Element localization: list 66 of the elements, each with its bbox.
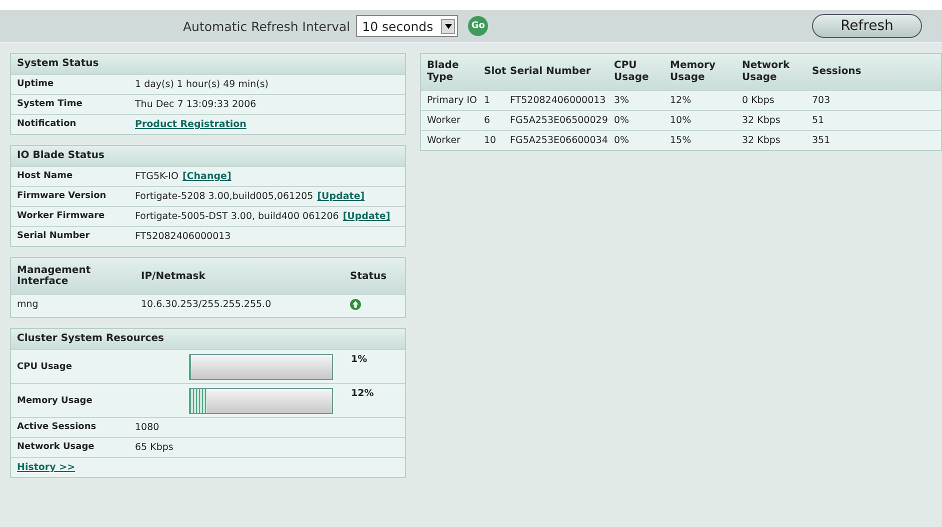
column-header: CPU Usage [614,60,650,84]
table-cell-text: 0 Kbps [742,95,776,106]
row-label: System Time [17,99,84,109]
column-header: Management Interface [17,265,92,287]
table-cell-text: 3% [614,95,630,106]
row-label: CPU Usage [17,362,73,372]
table-cell-text: 703 [812,95,832,106]
link[interactable]: [Change] [182,171,232,182]
interval-dropdown[interactable]: 10 seconds [356,15,458,37]
table-cell-text: Worker [427,135,462,146]
meter-reading: 1% [351,354,368,365]
row-value: FT52082406000013 [135,231,231,242]
panel-title: Cluster System Resources [17,333,164,344]
refresh-button[interactable]: Refresh [812,14,922,38]
column-header: Slot [484,66,508,78]
go-button[interactable]: Go [468,16,488,36]
table-cell-text: 15% [670,135,692,146]
link[interactable]: [Update] [342,211,390,222]
column-header: Serial Number [510,66,592,78]
table-cell-text: 0% [614,135,630,146]
table-cell-text: mng [17,299,40,310]
table-cell-text: 32 Kbps [742,135,782,146]
table-cell-text: FG5A253E06500029 [510,115,609,126]
row-value: 1 day(s) 1 hour(s) 49 min(s) [135,79,269,90]
row-value: Fortigate-5208 3.00,build005,061205 [135,191,314,202]
row-label: Memory Usage [17,396,94,406]
row-value: Thu Dec 7 13:09:33 2006 [135,99,256,110]
table-cell-text: 10% [670,115,692,126]
history-link[interactable]: History >> [17,462,76,473]
row-value: FTG5K-IO [135,171,178,182]
column-header: Blade Type [427,60,460,84]
table-cell-text: 0% [614,115,630,126]
table-cell-text: Primary IO [427,95,478,106]
column-header: IP/Netmask [141,270,206,282]
row-label: Network Usage [17,442,96,452]
column-header: Sessions [812,66,862,78]
link[interactable]: [Update] [317,191,365,202]
column-header: Status [350,270,388,282]
row-label: Worker Firmware [17,211,106,221]
row-value: 1080 [135,422,160,433]
table-cell-text: 32 Kbps [742,115,782,126]
table-cell-text: 10 [484,135,498,146]
table-cell-text: 6 [484,115,492,126]
panel-title: System Status [17,58,99,69]
row-label: Notification [17,119,78,129]
table-cell-text: FT52082406000013 [510,95,607,106]
row-label: Firmware Version [17,191,108,201]
link[interactable]: Product Registration [135,119,246,130]
table-cell-text: 1 [484,95,492,106]
column-header: Network Usage [742,60,791,84]
row-label: Host Name [17,171,74,181]
panel-title: IO Blade Status [17,150,105,161]
row-label: Serial Number [17,231,91,241]
row-value: 65 Kbps [135,442,174,453]
row-value: Fortigate-5005-DST 3.00, build400 061206 [135,211,339,222]
meter-reading: 12% [351,388,374,399]
row-label: Uptime [17,79,55,89]
row-label: Active Sessions [17,422,98,432]
table-cell-text: FG5A253E06600034 [510,135,609,146]
column-header: Memory Usage [670,60,716,84]
table-cell-text: 51 [812,115,826,126]
table-cell-text: Worker [427,115,462,126]
table-cell-text: 12% [670,95,692,106]
refresh-interval-label: Automatic Refresh Interval [183,18,350,34]
table-cell-text: 351 [812,135,832,146]
table-cell-text: 10.6.30.253/255.255.255.0 [141,299,272,310]
